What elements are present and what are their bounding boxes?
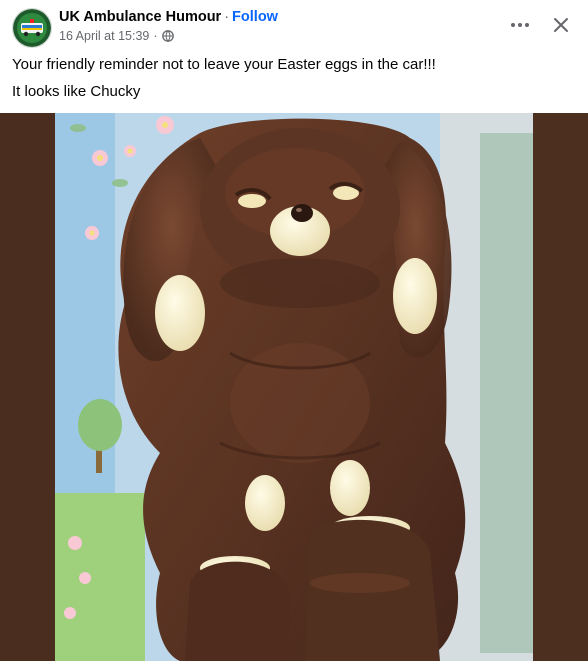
- post-photo[interactable]: [0, 113, 588, 661]
- separator-dot: ·: [224, 9, 230, 25]
- close-icon: [554, 18, 568, 32]
- author-name[interactable]: UK Ambulance Humour: [59, 9, 221, 25]
- post-caption-line-1: Your friendly reminder not to leave your…: [12, 56, 436, 73]
- melted-chocolate-bunny-image: [0, 113, 588, 661]
- post-meta: 16 April at 15:39 ·: [59, 29, 174, 43]
- post-timestamp[interactable]: 16 April at 15:39: [59, 29, 149, 43]
- page-avatar[interactable]: [12, 8, 52, 48]
- post-caption-line-2: It looks like Chucky: [12, 83, 141, 100]
- author-line: UK Ambulance Humour · Follow: [59, 9, 278, 25]
- more-options-button[interactable]: [506, 12, 534, 38]
- avatar-logo: [13, 9, 51, 47]
- globe-icon[interactable]: [161, 30, 174, 42]
- timestamp-dot: ·: [153, 29, 158, 43]
- close-button[interactable]: [548, 12, 574, 38]
- follow-button[interactable]: Follow: [232, 9, 278, 25]
- post-header: UK Ambulance Humour · Follow 16 April at 1…: [0, 0, 588, 52]
- more-dots-icon: [511, 23, 529, 27]
- facebook-post: UK Ambulance Humour · Follow 16 April at 1…: [0, 0, 588, 661]
